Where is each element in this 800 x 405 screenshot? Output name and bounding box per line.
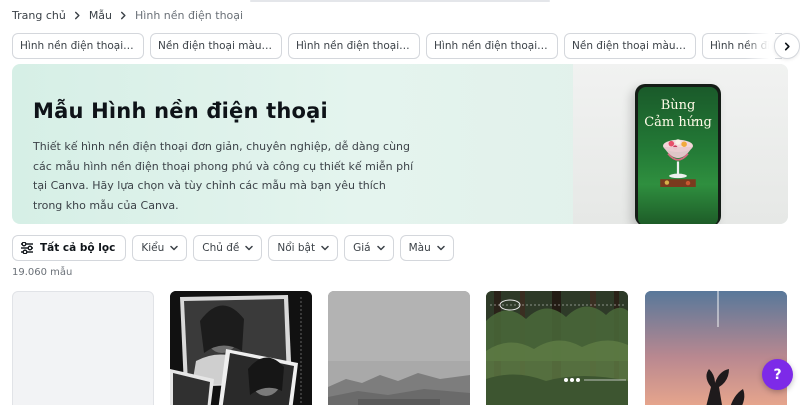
filter-label: Giá: [353, 242, 371, 254]
phone-screen: Bùng Cảm hứng: [638, 87, 718, 224]
filter-label: Chủ đề: [202, 242, 240, 254]
chip-related-search[interactable]: Hình nền điện thoại Ngày...: [12, 33, 144, 59]
filter-price-dropdown[interactable]: Giá: [344, 235, 394, 261]
template-grid: [12, 291, 800, 405]
filter-bar: Tất cả bộ lọc Kiểu Chủ đề Nổi bật Giá Mà…: [12, 235, 454, 261]
chip-label: Nền điện thoại màu kem: [158, 40, 274, 52]
phone-caption-line: Bùng: [660, 98, 696, 113]
all-filters-label: Tất cả bộ lọc: [40, 242, 116, 254]
results-count: 19.060 mẫu: [12, 267, 73, 278]
chip-label: Hình nền điện thoại nhiề...: [296, 40, 412, 52]
help-button[interactable]: ?: [762, 359, 793, 390]
chip-related-search[interactable]: Nền điện thoại màu trun...: [564, 33, 696, 59]
chip-label: Hình nền điện thoại Ngày...: [20, 40, 136, 52]
chip-related-search[interactable]: Nền điện thoại màu kem: [150, 33, 282, 59]
template-card[interactable]: [486, 291, 628, 405]
template-card[interactable]: [170, 291, 312, 405]
filter-color-dropdown[interactable]: Màu: [399, 235, 454, 261]
chips-next-button[interactable]: [774, 33, 800, 59]
chevron-right-icon: [784, 42, 790, 50]
related-searches: Hình nền điện thoại Ngày... Nền điện tho…: [12, 33, 782, 59]
breadcrumb-home[interactable]: Trang chủ: [12, 9, 66, 22]
template-thumbnail: [328, 291, 470, 405]
breadcrumb-current: Hình nền điện thoại: [135, 8, 244, 22]
filter-style-dropdown[interactable]: Kiểu: [132, 235, 188, 261]
hero-description: Thiết kế hình nền điện thoại đơn giản, c…: [33, 140, 414, 212]
top-scroll-indicator: [250, 0, 550, 2]
chip-related-search[interactable]: Hình nền điện thoại tối gi...: [426, 33, 558, 59]
phone-mockup: Bùng Cảm hứng: [635, 84, 721, 224]
chip-label: Hình nền điện thoại tối gi...: [434, 40, 550, 52]
hero-banner: Mẫu Hình nền điện thoại Thiết kế hình nề…: [12, 64, 788, 224]
breadcrumb: Trang chủ Mẫu Hình nền điện thoại: [12, 7, 243, 23]
chevron-down-icon: [376, 245, 385, 251]
chevron-right-icon: [73, 11, 82, 20]
phone-caption: Bùng Cảm hứng: [638, 97, 718, 131]
dessert-cup-image: [660, 139, 696, 187]
filter-label: Nổi bật: [277, 242, 316, 254]
sliders-icon: [21, 242, 33, 254]
template-card[interactable]: [645, 291, 787, 405]
filter-label: Màu: [408, 242, 431, 254]
chevron-down-icon: [170, 245, 178, 251]
hero-image: Bùng Cảm hứng: [573, 64, 788, 224]
filter-label: Kiểu: [141, 242, 165, 254]
chip-related-search[interactable]: Hình nền điện thoại nhiề...: [288, 33, 420, 59]
template-card-placeholder[interactable]: [12, 291, 154, 405]
phone-caption-line: Cảm hứng: [644, 115, 712, 130]
template-thumbnail: [645, 291, 787, 405]
chevron-down-icon: [437, 245, 445, 251]
template-thumbnail: [170, 291, 312, 405]
chip-label: Nền điện thoại màu trun...: [572, 40, 688, 52]
chevron-right-icon: [119, 11, 128, 20]
filter-topic-dropdown[interactable]: Chủ đề: [193, 235, 263, 261]
chips-fade: [745, 33, 775, 59]
chevron-down-icon: [245, 245, 254, 251]
filter-featured-dropdown[interactable]: Nổi bật: [268, 235, 339, 261]
template-card[interactable]: [328, 291, 470, 405]
all-filters-button[interactable]: Tất cả bộ lọc: [12, 235, 127, 261]
page-title: Mẫu Hình nền điện thoại: [33, 99, 328, 123]
breadcrumb-templates[interactable]: Mẫu: [89, 9, 112, 22]
chevron-down-icon: [321, 245, 329, 251]
template-thumbnail: [486, 291, 628, 405]
